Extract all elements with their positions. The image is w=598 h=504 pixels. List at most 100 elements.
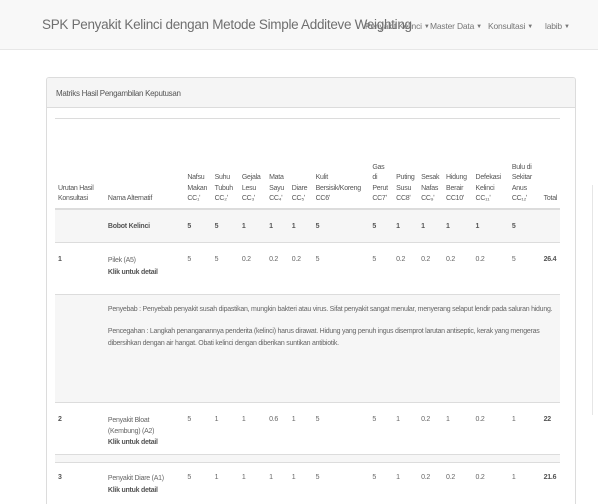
detail-text: Penyebab : Penyebab penyakit susah dipas… (108, 304, 557, 350)
rank-cell: 2 (55, 402, 105, 455)
alternative-name: Pilek (A5) (107, 257, 136, 264)
col-header-c10: Hidung Berair CC10ʹ (443, 118, 473, 210)
app-brand[interactable]: SPK Penyakit Kelinci dengan Metode Simpl… (42, 17, 412, 32)
value-cell: 5 (312, 462, 370, 504)
value-cell: 0.2 (472, 242, 509, 295)
panel-heading: Matriks Hasil Pengambilan Keputusan (47, 78, 575, 108)
value-cell: 0.2 (472, 462, 509, 504)
nav-label: Penyakit Kelinci (365, 21, 422, 31)
value-cell: 5 (184, 462, 212, 504)
value-cell: 5 (508, 242, 541, 295)
value-cell: 1 (288, 402, 313, 455)
value-cell: 1 (508, 402, 541, 455)
weight-row: Bobot Kelinci 5 5 1 1 1 5 5 1 1 1 1 5 (55, 208, 560, 243)
nav-label: Konsultasi (488, 21, 526, 31)
weight-cell: 1 (266, 208, 289, 243)
caret-down-icon: ▼ (563, 24, 570, 30)
nav-master-data-dropdown[interactable]: Master Data ▼ (430, 21, 482, 31)
nav-label: Master Data (430, 21, 475, 31)
col-header-c7: Gas di Perut CC7ʹ (369, 118, 394, 210)
value-cell: 5 (369, 402, 394, 455)
total-cell: 22 (540, 402, 560, 455)
col-header-c12: Bulu di Sekitar Anus CC₁₂ʹ (508, 118, 541, 210)
detail-pencegahan: Pencegahan : Langkah penanganannya pende… (107, 328, 540, 347)
caret-down-icon: ▼ (476, 24, 482, 30)
weight-cell: 5 (369, 208, 394, 243)
col-header-total: Total (540, 118, 560, 210)
col-header-c9: Sesak Nafas CC₉ʹ (418, 118, 444, 210)
weight-cell: 5 (312, 208, 370, 243)
value-cell: 0.2 (238, 242, 267, 295)
value-cell: 1 (288, 462, 313, 504)
value-cell: 1 (238, 462, 267, 504)
value-cell: 5 (369, 462, 394, 504)
col-header-c8: Puting Susu CC8ʹ (393, 118, 419, 210)
value-cell: 5 (312, 242, 370, 295)
value-cell: 5 (312, 402, 370, 455)
value-cell: 1 (211, 462, 239, 504)
top-navbar: SPK Penyakit Kelinci dengan Metode Simpl… (0, 0, 598, 50)
value-cell: 1 (393, 402, 419, 455)
value-cell: 5 (184, 242, 212, 295)
table-row: 2 Penyakit Bloat (Kembung) (A2) Klik unt… (55, 402, 560, 455)
weight-cell: 1 (238, 208, 267, 243)
col-header-urutan: Urutan Hasil Konsultasi (55, 118, 105, 210)
detail-link[interactable]: Klik untuk detail (108, 267, 181, 278)
collapsed-detail-row (55, 454, 560, 463)
table-row: 1 Pilek (A5) Klik untuk detail 5 5 0.2 0… (55, 242, 560, 295)
nav-konsultasi-dropdown[interactable]: Konsultasi ▼ (488, 21, 533, 31)
value-cell: 0.2 (266, 242, 289, 295)
value-cell: 1 (443, 402, 473, 455)
caret-down-icon: ▼ (527, 24, 533, 30)
table-row: 3 Penyakit Diare (A1) Klik untuk detail … (55, 462, 560, 504)
value-cell: 0.2 (418, 242, 444, 295)
value-cell: 0.2 (418, 462, 444, 504)
value-cell: 0.6 (266, 402, 289, 455)
alternative-cell: Penyakit Diare (A1) Klik untuk detail (104, 462, 185, 504)
value-cell: 5 (184, 402, 212, 455)
detail-link[interactable]: Klik untuk detail (108, 437, 181, 448)
rank-cell: 3 (55, 462, 105, 504)
nav-penyakit-kelinci-dropdown[interactable]: Penyakit Kelinci ▼ (365, 21, 430, 31)
weight-cell: 1 (443, 208, 473, 243)
col-header-c2: Suhu Tubuh CC₂ʹ (211, 118, 239, 210)
weight-label: Bobot Kelinci (104, 208, 185, 243)
total-cell: 26.4 (540, 242, 560, 295)
value-cell: 0.2 (472, 402, 509, 455)
result-panel: Matriks Hasil Pengambilan Keputusan Urut… (46, 77, 576, 504)
weight-cell: 1 (472, 208, 509, 243)
detail-link[interactable]: Klik untuk detail (108, 485, 181, 496)
nav-user-dropdown[interactable]: labib ▼ (545, 21, 570, 31)
total-cell: 21.6 (540, 462, 560, 504)
decision-matrix-table: Urutan Hasil Konsultasi Nama Alternatif … (55, 118, 560, 504)
col-header-nama: Nama Alternatif (104, 118, 185, 210)
col-header-c6: Kulit Bersisik/Koreng CC6ʹ (312, 118, 370, 210)
value-cell: 0.2 (288, 242, 313, 295)
value-cell: 1 (508, 462, 541, 504)
weight-cell: 1 (288, 208, 313, 243)
col-header-c4: Mata Sayu CC₄ʹ (266, 118, 289, 210)
alternative-name: Penyakit Diare (A1) (107, 475, 164, 482)
table-header-row: Urutan Hasil Konsultasi Nama Alternatif … (55, 118, 560, 210)
detail-cell: Penyebab : Penyebab penyakit susah dipas… (104, 294, 560, 403)
value-cell: 0.2 (393, 242, 419, 295)
col-header-c3: Gejala Lesu CC₃ʹ (238, 118, 267, 210)
alternative-cell: Penyakit Bloat (Kembung) (A2) Klik untuk… (104, 402, 185, 455)
alternative-cell: Pilek (A5) Klik untuk detail (104, 242, 185, 295)
rank-cell: 1 (55, 242, 105, 295)
empty-cell (55, 294, 105, 403)
value-cell: 5 (369, 242, 394, 295)
weight-cell: 5 (211, 208, 239, 243)
empty-cell (55, 454, 560, 463)
empty-cell (55, 208, 105, 243)
caret-down-icon: ▼ (423, 24, 430, 30)
value-cell: 1 (211, 402, 239, 455)
value-cell: 1 (393, 462, 419, 504)
page-scrollbar[interactable] (592, 185, 593, 415)
value-cell: 1 (238, 402, 267, 455)
detail-row: Penyebab : Penyebab penyakit susah dipas… (55, 294, 560, 403)
detail-penyebab: Penyebab : Penyebab penyakit susah dipas… (107, 306, 553, 313)
weight-cell: 5 (184, 208, 212, 243)
col-header-c11: Defekasi Kelinci CC₁₁ʹ (472, 118, 509, 210)
weight-cell: 5 (508, 208, 541, 243)
